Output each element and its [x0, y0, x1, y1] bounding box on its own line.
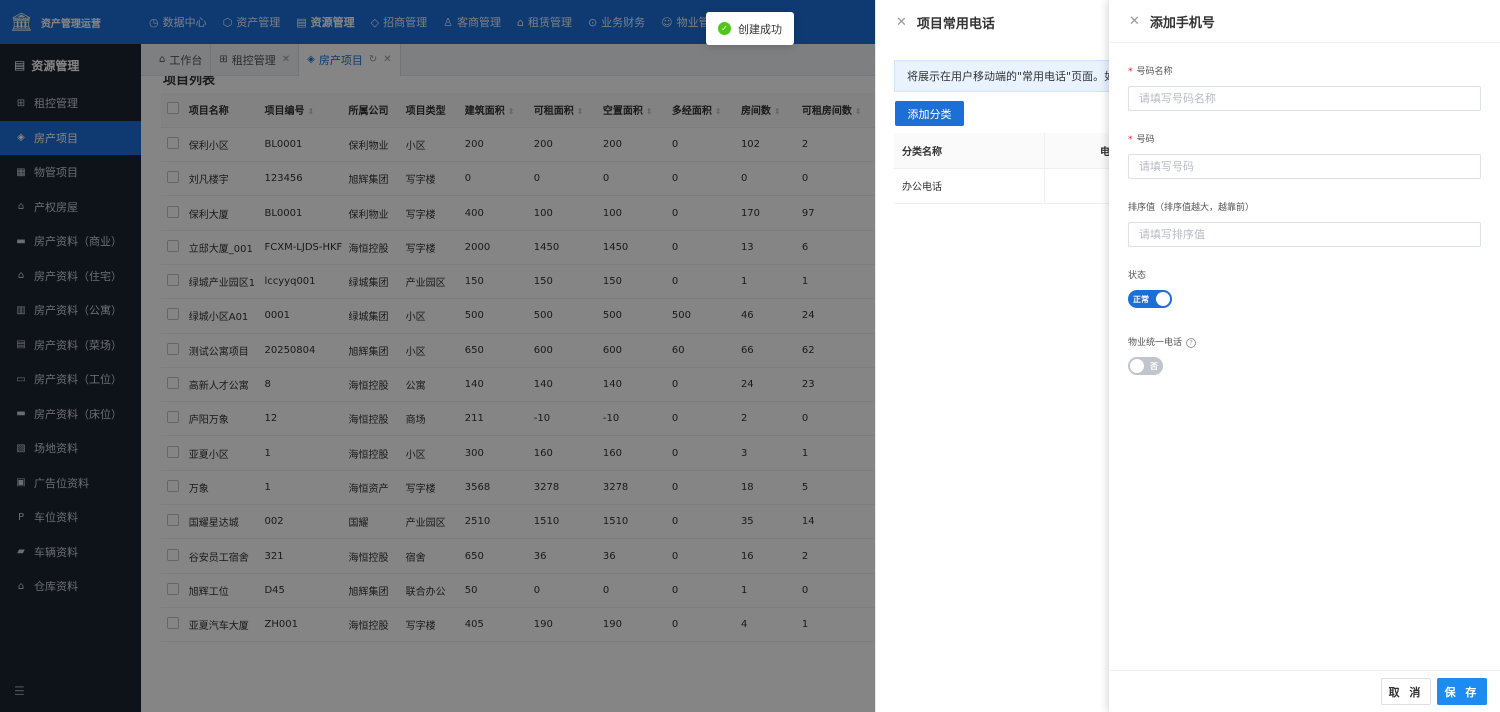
phone-category-table: 分类名称 电 办公电话 — [894, 133, 1110, 204]
drawer-title: 添加手机号 — [1149, 15, 1215, 31]
column-header: 电 — [1043, 133, 1110, 169]
number-input[interactable] — [1128, 154, 1481, 179]
help-circle-icon[interactable]: ? — [1186, 338, 1197, 348]
field-label-text: 号码名称 — [1136, 67, 1173, 77]
project-phones-drawer: ✕ 项目常用电话 将展示在用户移动端的"常用电话"页面。如 添加分类 分类名称 … — [875, 0, 1110, 712]
save-button[interactable]: 保 存 — [1437, 678, 1487, 705]
number-field: * 号码 — [1128, 132, 1481, 179]
field-label: 物业统一电话? — [1128, 335, 1481, 348]
table-cell — [1043, 168, 1110, 204]
close-icon[interactable]: ✕ — [1129, 14, 1140, 29]
required-mark: * — [1128, 135, 1133, 145]
add-phone-drawer: ✕ 添加手机号 *号码名称 *号码 排序值（排序值越大，越靠前） 状态 正常 物… — [1109, 0, 1500, 712]
add-category-button[interactable]: 添加分类 — [895, 101, 964, 126]
status-field: 状态 正常 — [1128, 268, 1481, 308]
drawer-header: ✕ 添加手机号 — [1109, 0, 1500, 43]
unified-phone-field: 物业统一电话? 否 — [1128, 335, 1481, 375]
table-row[interactable]: 办公电话 — [894, 168, 1110, 204]
number-name-input[interactable] — [1128, 86, 1481, 111]
sort-input[interactable] — [1128, 222, 1481, 247]
unified-phone-switch[interactable]: 否 — [1128, 357, 1163, 375]
switch-knob — [1130, 359, 1144, 373]
check-circle-icon: ✓ — [718, 22, 731, 35]
switch-text: 否 — [1150, 361, 1158, 371]
info-note: 将展示在用户移动端的"常用电话"页面。如 — [894, 60, 1110, 92]
success-toast: ✓ 创建成功 — [706, 12, 794, 45]
close-icon[interactable]: ✕ — [896, 15, 907, 30]
field-label-text: 号码 — [1136, 135, 1155, 145]
field-label: * 号码 — [1128, 132, 1481, 145]
field-label: 状态 — [1128, 271, 1147, 281]
column-header: 分类名称 — [894, 133, 1044, 169]
toast-text: 创建成功 — [738, 22, 782, 36]
name-field: * 号码名称 — [1128, 64, 1481, 111]
status-switch[interactable]: 正常 — [1128, 290, 1172, 308]
drawer-title: 项目常用电话 — [916, 16, 995, 32]
drawer-header: ✕ 项目常用电话 — [876, 0, 1109, 44]
field-label: 排序值（排序值越大，越靠前） — [1128, 203, 1255, 213]
table-cell: 办公电话 — [894, 168, 1044, 204]
switch-knob — [1156, 292, 1170, 306]
sort-field: 排序值（排序值越大，越靠前） — [1128, 200, 1481, 247]
cancel-button[interactable]: 取 消 — [1381, 678, 1431, 705]
switch-text: 正常 — [1133, 294, 1149, 304]
drawer-footer: 取 消 保 存 — [1109, 670, 1500, 712]
field-label-text: 物业统一电话 — [1128, 338, 1183, 348]
field-label: * 号码名称 — [1128, 64, 1481, 77]
required-mark: * — [1128, 67, 1133, 77]
